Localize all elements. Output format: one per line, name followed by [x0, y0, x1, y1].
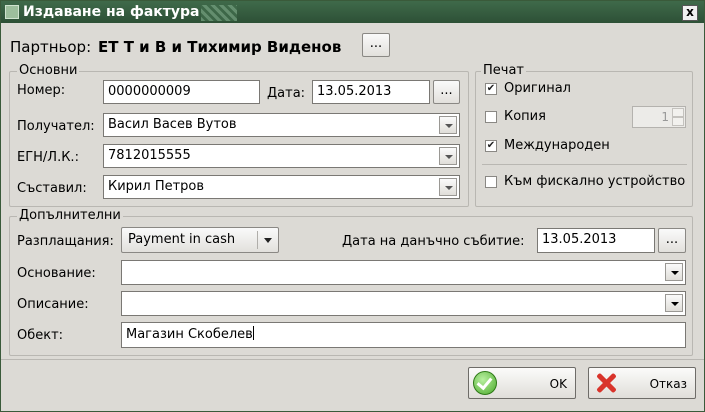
recipient-label: Получател: — [17, 119, 95, 134]
tax-date-label: Дата на данъчно събитие: — [342, 234, 525, 249]
description-label: Описание: — [17, 297, 89, 312]
object-value: Магазин Скобелев — [126, 327, 253, 342]
partner-name: ЕТ Т и В и Тихимир Виденов — [98, 38, 342, 56]
invoice-dialog: Издаване на фактура x Партньор: ЕТ Т и В… — [0, 0, 705, 412]
chevron-down-icon[interactable] — [439, 116, 457, 134]
basis-label: Основание: — [17, 266, 96, 281]
window-title: Издаване на фактура — [23, 4, 200, 20]
egn-value: 7812015555 — [108, 148, 191, 163]
print-separator — [482, 164, 687, 165]
tax-date-picker-button[interactable]: ... — [658, 228, 686, 253]
chevron-down-icon[interactable] — [439, 147, 457, 165]
title-bar[interactable]: Издаване на фактура x — [1, 1, 704, 23]
number-label: Номер: — [17, 83, 66, 98]
international-label: Международен — [504, 138, 610, 153]
chevron-down-icon — [264, 238, 272, 243]
author-value: Кирил Петров — [108, 179, 205, 194]
dropdown-separator — [257, 231, 258, 249]
ok-check-icon — [473, 371, 497, 395]
chevron-down-icon[interactable] — [665, 294, 683, 312]
copy-label: Копия — [504, 109, 546, 124]
basic-group-label: Основни — [17, 63, 80, 78]
recipient-value: Васил Васев Вутов — [108, 117, 237, 132]
number-input[interactable]: 0000000009 — [103, 80, 260, 104]
object-input[interactable]: Магазин Скобелев — [121, 322, 686, 348]
date-label: Дата: — [267, 86, 306, 101]
payment-value: Payment in cash — [128, 232, 236, 247]
partner-browse-button[interactable]: ... — [362, 33, 390, 57]
fiscal-checkbox[interactable] — [485, 176, 497, 188]
object-label: Обект: — [17, 328, 64, 343]
spin-down-icon — [672, 117, 684, 126]
partner-label: Партньор: — [10, 38, 92, 56]
print-group-label: Печат — [481, 63, 526, 78]
ok-button-label: OK — [549, 377, 567, 391]
copies-value: 1 — [661, 110, 669, 124]
payment-dropdown[interactable]: Payment in cash — [121, 227, 279, 253]
international-checkbox[interactable]: ✔ — [485, 140, 497, 152]
ok-button[interactable]: OK — [468, 367, 576, 399]
author-label: Съставил: — [17, 181, 87, 196]
additional-group-label: Допълнителни — [17, 208, 123, 223]
text-cursor — [252, 326, 254, 340]
egn-label: ЕГН/Л.К.: — [17, 150, 79, 165]
author-combo[interactable]: Кирил Петров — [103, 175, 460, 199]
cancel-button-label: Отказ — [649, 377, 687, 391]
cancel-button[interactable]: Отказ — [588, 367, 696, 399]
description-combo[interactable] — [121, 291, 686, 316]
recipient-combo[interactable]: Васил Васев Вутов — [103, 113, 460, 137]
cancel-x-icon — [595, 372, 617, 394]
basis-combo[interactable] — [121, 260, 686, 285]
payment-label: Разплащания: — [17, 234, 114, 249]
tax-date-input[interactable]: 13.05.2013 — [537, 228, 655, 253]
copy-checkbox[interactable] — [485, 111, 497, 123]
original-checkbox[interactable]: ✔ — [485, 83, 497, 95]
window-icon — [5, 5, 19, 19]
date-input[interactable]: 13.05.2013 — [312, 80, 430, 104]
date-picker-button[interactable]: ... — [433, 80, 460, 104]
close-icon[interactable]: x — [682, 5, 698, 21]
egn-combo[interactable]: 7812015555 — [103, 144, 460, 168]
chevron-down-icon[interactable] — [439, 178, 457, 196]
original-label: Оригинал — [504, 81, 571, 96]
copies-spinbox: 1 — [632, 106, 686, 128]
titlebar-decoration — [201, 5, 237, 21]
footer-separator — [1, 359, 704, 360]
fiscal-label: Към фискално устройство — [504, 174, 686, 189]
chevron-down-icon[interactable] — [665, 263, 683, 281]
spin-up-icon — [672, 108, 684, 117]
